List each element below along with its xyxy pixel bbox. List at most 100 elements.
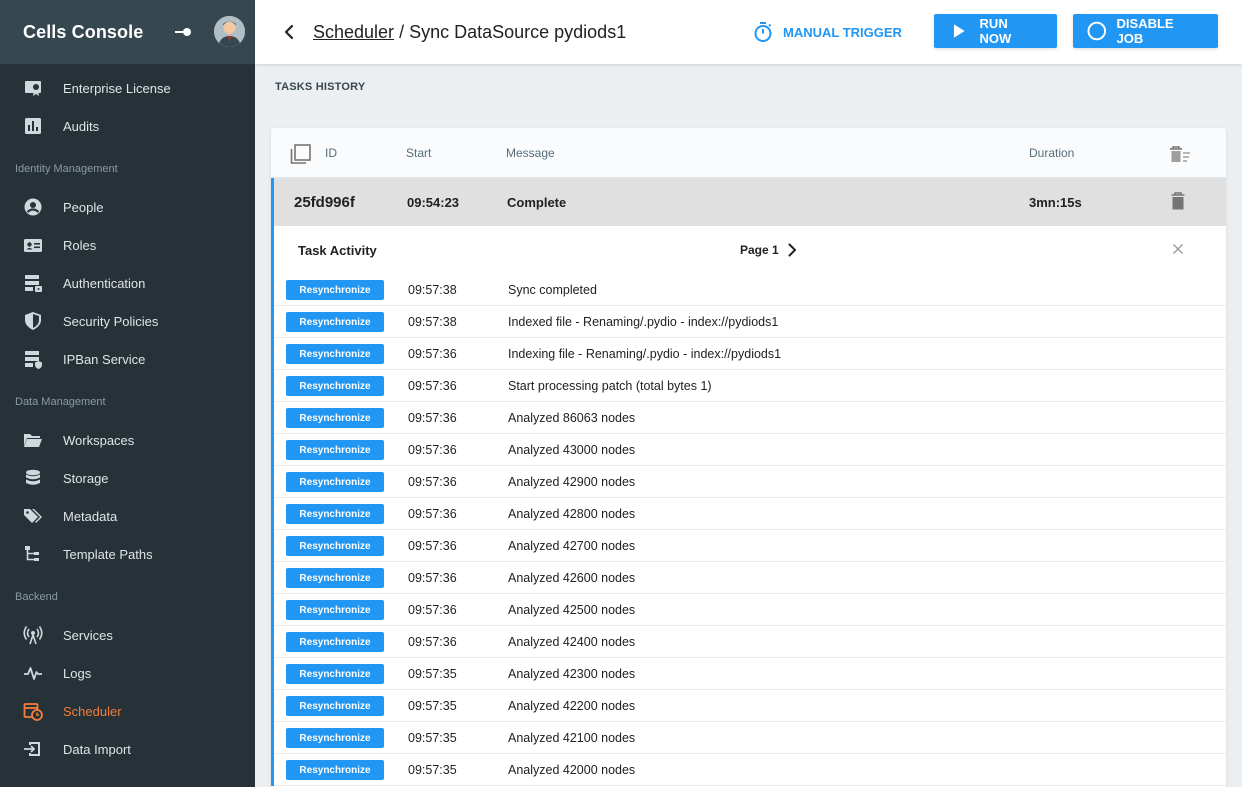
resynchronize-badge[interactable]: Resynchronize — [286, 408, 384, 428]
sidebar-item-storage[interactable]: Storage — [0, 459, 255, 497]
sidebar-item-label: Enterprise License — [63, 80, 171, 96]
sidebar-item-people[interactable]: People — [0, 188, 255, 226]
breadcrumb-scheduler-link[interactable]: Scheduler — [313, 22, 394, 42]
breadcrumb-separator: / — [394, 22, 410, 42]
activity-log-list: Resynchronize 09:57:38 Sync completed Resyn… — [274, 274, 1226, 786]
resynchronize-badge[interactable]: Resynchronize — [286, 440, 384, 460]
tasks-history-title: TASKS HISTORY — [275, 81, 366, 93]
sidebar-item-label: Roles — [63, 237, 97, 253]
sidebar-item-ipban-service[interactable]: IPBan Service — [0, 340, 255, 378]
run-now-button[interactable]: RUN NOW — [934, 14, 1057, 48]
server-lock-icon — [23, 273, 43, 293]
activity-time: 09:57:35 — [408, 731, 457, 745]
resynchronize-badge[interactable]: Resynchronize — [286, 312, 384, 332]
server-shield-icon — [23, 349, 43, 369]
page-title: Sync DataSource pydiods1 — [409, 22, 627, 42]
activity-row: Resynchronize 09:57:35 Analyzed 42300 node… — [274, 658, 1226, 690]
sidebar-item-enterprise-license[interactable]: Enterprise License — [0, 69, 255, 107]
close-icon[interactable] — [1172, 243, 1184, 255]
activity-time: 09:57:36 — [408, 603, 457, 617]
trash-icon[interactable] — [1171, 192, 1185, 210]
column-header-duration: Duration — [1029, 146, 1075, 160]
sidebar-item-data-import[interactable]: Data Import — [0, 730, 255, 768]
activity-message: Sync completed — [508, 283, 597, 297]
resynchronize-badge[interactable]: Resynchronize — [286, 376, 384, 396]
resynchronize-badge[interactable]: Resynchronize — [286, 344, 384, 364]
manual-trigger-button[interactable]: MANUAL TRIGGER — [753, 17, 902, 47]
sidebar-item-services[interactable]: Services — [0, 616, 255, 654]
sidebar-item-roles[interactable]: Roles — [0, 226, 255, 264]
sidebar-item-label: Data Import — [63, 741, 131, 757]
activity-row: Resynchronize 09:57:36 Analyzed 42700 node… — [274, 530, 1226, 562]
certificate-icon — [23, 78, 43, 98]
toggle-icon[interactable] — [174, 26, 192, 38]
sidebar-item-authentication[interactable]: Authentication — [0, 264, 255, 302]
resynchronize-badge[interactable]: Resynchronize — [286, 664, 384, 684]
activity-time: 09:57:36 — [408, 635, 457, 649]
chart-icon — [23, 116, 43, 136]
sidebar-item-label: Metadata — [63, 508, 118, 524]
activity-message: Analyzed 43000 nodes — [508, 443, 636, 457]
top-bar: Scheduler / Sync DataSource pydiods1 MAN… — [255, 0, 1242, 64]
run-now-label: RUN NOW — [979, 16, 1012, 46]
activity-message: Analyzed 42100 nodes — [508, 731, 636, 745]
chevron-right-icon[interactable] — [787, 243, 797, 257]
delete-sweep-icon[interactable] — [1169, 145, 1191, 163]
sidebar-section-header: Backend — [15, 590, 58, 603]
activity-row: Resynchronize 09:57:36 Analyzed 42900 node… — [274, 466, 1226, 498]
manual-trigger-label: MANUAL TRIGGER — [783, 24, 902, 40]
task-row[interactable]: 25fd996f 09:54:23 Complete 3mn:15s — [271, 178, 1226, 226]
calendar-clock-icon — [23, 701, 43, 721]
resynchronize-badge[interactable]: Resynchronize — [286, 632, 384, 652]
play-icon — [953, 24, 965, 38]
sidebar-item-scheduler[interactable]: Scheduler — [0, 692, 255, 730]
sidebar-item-security-policies[interactable]: Security Policies — [0, 302, 255, 340]
resynchronize-badge[interactable]: Resynchronize — [286, 280, 384, 300]
activity-row: Resynchronize 09:57:36 Analyzed 43000 node… — [274, 434, 1226, 466]
task-message: Complete — [507, 195, 567, 210]
user-avatar-icon — [214, 16, 245, 47]
sidebar-item-audits[interactable]: Audits — [0, 107, 255, 145]
task-activity: Task Activity Page 1 Resynchronize 09:57:… — [271, 226, 1226, 786]
resynchronize-badge[interactable]: Resynchronize — [286, 600, 384, 620]
task-duration: 3mn:15s — [1029, 195, 1082, 210]
access-point-icon — [23, 625, 43, 645]
shield-icon — [23, 311, 43, 331]
activity-row: Resynchronize 09:57:38 Sync completed — [274, 274, 1226, 306]
resynchronize-badge[interactable]: Resynchronize — [286, 536, 384, 556]
activity-time: 09:57:35 — [408, 699, 457, 713]
activity-row: Resynchronize 09:57:36 Start processing pa… — [274, 370, 1226, 402]
activity-row: Resynchronize 09:57:36 Indexing file - Ren… — [274, 338, 1226, 370]
task-activity-header: Task Activity Page 1 — [274, 226, 1226, 274]
sidebar-item-workspaces[interactable]: Workspaces — [0, 421, 255, 459]
sidebar-item-logs[interactable]: Logs — [0, 654, 255, 692]
task-start: 09:54:23 — [407, 195, 460, 210]
resynchronize-badge[interactable]: Resynchronize — [286, 760, 384, 780]
select-all-icon[interactable] — [290, 144, 312, 164]
table-header: ID Start Message Duration — [271, 128, 1226, 178]
activity-message: Analyzed 86063 nodes — [508, 411, 636, 425]
resynchronize-badge[interactable]: Resynchronize — [286, 728, 384, 748]
activity-row: Resynchronize 09:57:35 Analyzed 42200 node… — [274, 690, 1226, 722]
sidebar-item-metadata[interactable]: Metadata — [0, 497, 255, 535]
sidebar-item-label: Security Policies — [63, 313, 159, 329]
activity-time: 09:57:36 — [408, 347, 457, 361]
resynchronize-badge[interactable]: Resynchronize — [286, 696, 384, 716]
activity-message: Analyzed 42700 nodes — [508, 539, 636, 553]
activity-message: Start processing patch (total bytes 1) — [508, 379, 712, 393]
column-header-message: Message — [506, 146, 555, 160]
resynchronize-badge[interactable]: Resynchronize — [286, 568, 384, 588]
disable-job-button[interactable]: DISABLE JOB — [1073, 14, 1218, 48]
page-label: Page 1 — [740, 243, 779, 257]
resynchronize-badge[interactable]: Resynchronize — [286, 504, 384, 524]
sidebar-item-label: Logs — [63, 665, 92, 681]
pulse-icon — [23, 663, 43, 683]
sidebar-item-template-paths[interactable]: Template Paths — [0, 535, 255, 573]
activity-message: Analyzed 42400 nodes — [508, 635, 636, 649]
avatar[interactable] — [214, 16, 245, 47]
activity-time: 09:57:36 — [408, 443, 457, 457]
activity-row: Resynchronize 09:57:38 Indexed file - Rena… — [274, 306, 1226, 338]
resynchronize-badge[interactable]: Resynchronize — [286, 472, 384, 492]
activity-message: Analyzed 42300 nodes — [508, 667, 636, 681]
back-arrow-icon[interactable] — [279, 20, 301, 44]
